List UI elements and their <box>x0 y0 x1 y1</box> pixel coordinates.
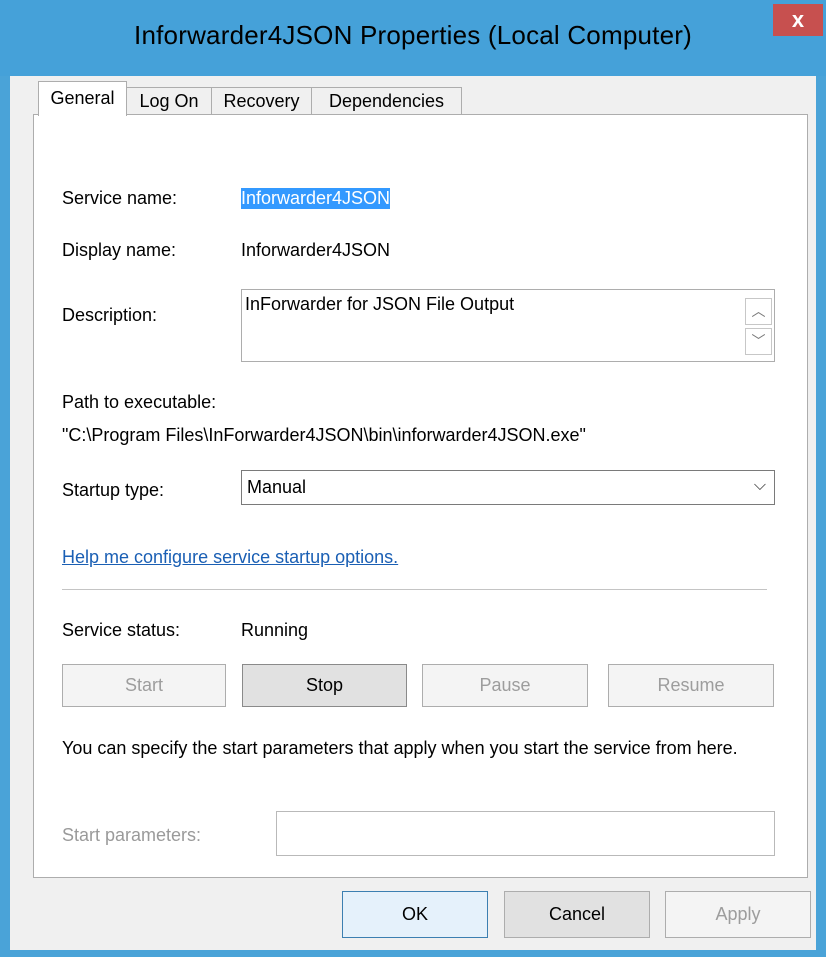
startup-type-value: Manual <box>247 477 307 497</box>
chevron-down-icon: ⌵ <box>753 477 766 494</box>
service-name-value[interactable]: Inforwarder4JSON <box>241 188 391 209</box>
tab-log-on[interactable]: Log On <box>126 87 212 114</box>
properties-window: Inforwarder4JSON Properties (Local Compu… <box>0 0 826 957</box>
service-status-value: Running <box>241 620 309 640</box>
close-icon: x <box>791 7 805 32</box>
start-params-input[interactable] <box>276 811 775 856</box>
stop-button[interactable]: Stop <box>242 664 407 707</box>
scroll-down-button[interactable]: ﹀ <box>745 328 772 355</box>
description-label: Description: <box>62 305 158 325</box>
start-button[interactable]: Start <box>62 664 226 707</box>
dialog-client-area: General Log On Recovery Dependencies Ser… <box>10 76 816 950</box>
tab-general[interactable]: General <box>38 81 127 116</box>
display-name-value[interactable]: Inforwarder4JSON <box>241 240 390 261</box>
service-status-label: Service status: <box>62 620 181 640</box>
apply-button[interactable]: Apply <box>665 891 811 938</box>
start-params-label: Start parameters: <box>62 825 202 845</box>
description-box[interactable]: InForwarder for JSON File Output ︿ ﹀ <box>241 289 775 362</box>
window-title: Inforwarder4JSON Properties (Local Compu… <box>134 20 692 50</box>
help-startup-link[interactable]: Help me configure service startup option… <box>62 547 398 568</box>
description-text: InForwarder for JSON File Output <box>245 294 515 314</box>
path-value[interactable]: "C:\Program Files\InForwarder4JSON\bin\i… <box>62 425 586 446</box>
service-name-label: Service name: <box>62 188 178 208</box>
separator <box>62 589 767 590</box>
tab-recovery[interactable]: Recovery <box>211 87 312 114</box>
tab-dependencies[interactable]: Dependencies <box>311 87 462 114</box>
pause-button[interactable]: Pause <box>422 664 588 707</box>
cancel-button[interactable]: Cancel <box>504 891 650 938</box>
start-params-note: You can specify the start parameters tha… <box>62 738 738 758</box>
path-label: Path to executable: <box>62 392 217 412</box>
chevron-up-icon: ︿ <box>751 303 766 319</box>
chevron-down-icon: ﹀ <box>751 333 766 349</box>
general-tab-panel: Service name: Inforwarder4JSON Display n… <box>33 114 808 878</box>
display-name-label: Display name: <box>62 240 177 260</box>
ok-button[interactable]: OK <box>342 891 488 938</box>
startup-type-select[interactable]: Manual ⌵ <box>241 470 775 505</box>
close-button[interactable]: x <box>773 4 823 36</box>
title-bar[interactable]: Inforwarder4JSON Properties (Local Compu… <box>0 0 826 76</box>
resume-button[interactable]: Resume <box>608 664 774 707</box>
scroll-up-button[interactable]: ︿ <box>745 298 772 325</box>
startup-type-label: Startup type: <box>62 480 165 500</box>
